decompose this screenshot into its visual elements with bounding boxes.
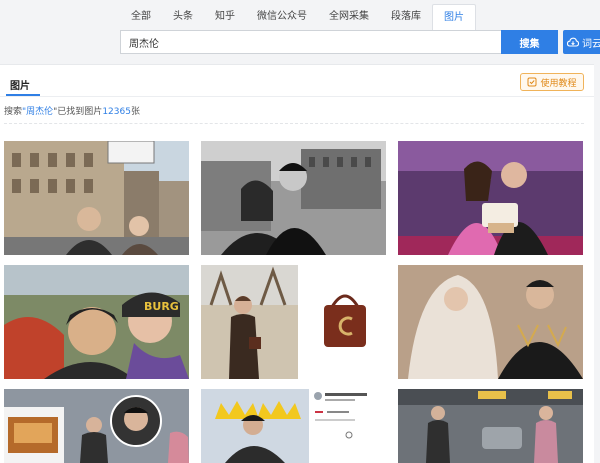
image-thumb-handbag[interactable] bbox=[300, 265, 390, 379]
tutorial-icon bbox=[527, 77, 537, 87]
tab-0[interactable]: 全部 bbox=[120, 4, 162, 30]
search-bar: 搜集 bbox=[120, 30, 558, 54]
tab-4[interactable]: 全网采集 bbox=[318, 4, 380, 30]
tab-1[interactable]: 头条 bbox=[162, 4, 204, 30]
image-thumb-social-post[interactable] bbox=[311, 389, 388, 463]
result-suffix: 张 bbox=[130, 107, 140, 117]
panel-divider bbox=[0, 96, 594, 97]
image-thumb-collage[interactable] bbox=[4, 389, 189, 463]
tab-2[interactable]: 知乎 bbox=[204, 4, 246, 30]
result-separator bbox=[4, 123, 584, 124]
cap-text: BURG bbox=[144, 300, 179, 313]
image-thumb-couple-bw[interactable] bbox=[201, 141, 386, 255]
image-thumb-city-street[interactable] bbox=[4, 141, 189, 255]
tutorial-label: 使用教程 bbox=[540, 78, 577, 89]
tutorial-button[interactable]: 使用教程 bbox=[520, 73, 584, 91]
image-thumb-parking-lot[interactable] bbox=[398, 389, 583, 463]
result-prefix: 搜索 bbox=[4, 107, 23, 117]
result-count: 12365 bbox=[102, 107, 131, 117]
search-button[interactable]: 搜集 bbox=[501, 30, 558, 54]
tab-5[interactable]: 段落库 bbox=[380, 4, 432, 30]
image-thumb-wedding[interactable] bbox=[398, 265, 583, 379]
image-thumb-crowns[interactable] bbox=[201, 389, 309, 463]
tab-6[interactable]: 图片 bbox=[432, 4, 476, 30]
source-tabs: 全部 头条 知乎 微信公众号 全网采集 段落库 图片 bbox=[120, 4, 476, 30]
cloud-icon bbox=[567, 37, 579, 47]
result-middle: "已找到图片 bbox=[53, 107, 103, 117]
tab-3[interactable]: 微信公众号 bbox=[246, 4, 318, 30]
search-input[interactable] bbox=[120, 30, 501, 54]
panel-title: 图片 bbox=[10, 81, 30, 92]
result-summary: 搜索"周杰伦"已找到图片12365张 bbox=[4, 104, 140, 117]
image-thumb-kiss-purple[interactable] bbox=[398, 141, 583, 255]
wordcloud-button[interactable]: 词云生 bbox=[563, 30, 600, 54]
wordcloud-label: 词云生 bbox=[582, 38, 600, 50]
image-thumb-selfie[interactable]: BURG bbox=[4, 265, 189, 379]
image-thumb-street-woman[interactable] bbox=[201, 265, 298, 379]
result-keyword: 周杰伦 bbox=[26, 107, 54, 117]
